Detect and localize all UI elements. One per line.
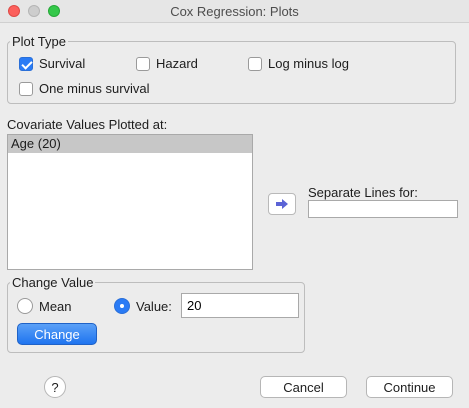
value-field[interactable] <box>181 293 299 318</box>
covariates-label: Covariate Values Plotted at: <box>7 117 168 132</box>
title-bar: Cox Regression: Plots <box>0 0 469 23</box>
mean-radio-circle[interactable] <box>17 298 33 314</box>
cancel-button[interactable]: Cancel <box>260 376 347 398</box>
list-item[interactable]: Age (20) <box>8 135 252 153</box>
help-button[interactable]: ? <box>44 376 66 398</box>
change-value-legend: Change Value <box>12 275 94 290</box>
survival-checkbox-box[interactable] <box>19 56 33 71</box>
change-button[interactable]: Change <box>17 323 97 345</box>
mean-radio-label: Mean <box>39 298 72 314</box>
mean-radio[interactable]: Mean <box>17 298 72 314</box>
value-radio-label: Value: <box>136 298 172 314</box>
hazard-checkbox-label: Hazard <box>156 56 198 71</box>
value-radio-circle[interactable] <box>114 298 130 314</box>
move-to-separate-lines-button[interactable] <box>268 193 296 215</box>
continue-button[interactable]: Continue <box>366 376 453 398</box>
plot-type-legend: Plot Type <box>12 34 66 49</box>
log-minus-log-checkbox[interactable]: Log minus log <box>248 56 349 71</box>
hazard-checkbox-box[interactable] <box>136 56 150 71</box>
log-minus-log-checkbox-label: Log minus log <box>268 56 349 71</box>
survival-checkbox[interactable]: Survival <box>19 56 85 71</box>
one-minus-survival-checkbox-label: One minus survival <box>39 81 150 96</box>
one-minus-survival-checkbox[interactable]: One minus survival <box>19 81 150 96</box>
separate-lines-label: Separate Lines for: <box>308 185 418 200</box>
one-minus-survival-checkbox-box[interactable] <box>19 81 33 96</box>
log-minus-log-checkbox-box[interactable] <box>248 56 262 71</box>
arrow-right-icon <box>276 199 288 209</box>
value-radio[interactable]: Value: <box>114 298 172 314</box>
window-title: Cox Regression: Plots <box>170 4 299 19</box>
covariates-listbox[interactable]: Age (20) <box>7 134 253 270</box>
survival-checkbox-label: Survival <box>39 56 86 71</box>
separate-lines-field[interactable] <box>308 200 458 218</box>
hazard-checkbox[interactable]: Hazard <box>136 56 198 71</box>
